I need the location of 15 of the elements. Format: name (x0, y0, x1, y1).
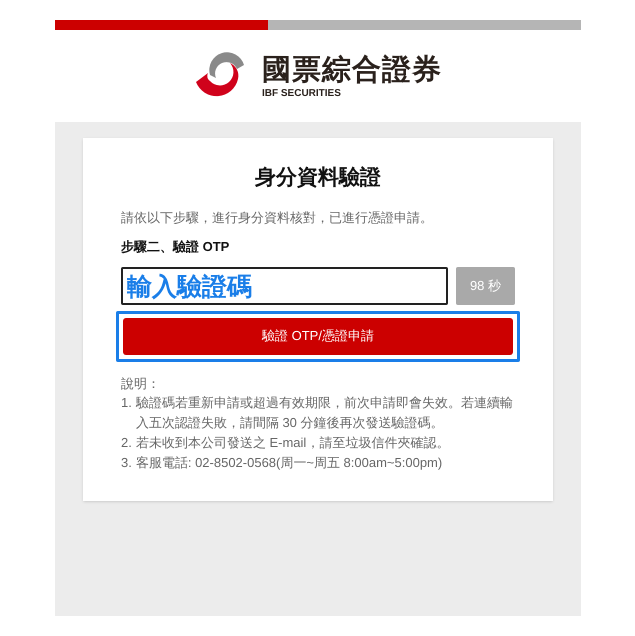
note-text: 若未收到本公司發送之 E-mail，請至垃圾信件夾確認。 (136, 434, 450, 452)
notes-heading: 說明： (121, 374, 161, 392)
list-number: 1. (121, 394, 132, 412)
intro-text: 請依以下步驟，進行身分資料核對，已進行憑證申請。 (121, 208, 434, 226)
list-number: 3. (121, 454, 132, 472)
list-number: 2. (121, 434, 132, 452)
note-text: 驗證碼若重新申請或超過有效期限，前次申請即會失效。若連續輸入五次認證失敗，請間隔 30 分鐘後再次發送驗證碼。 (136, 394, 514, 432)
submit-button[interactable]: 驗證 OTP/憑證申請 (123, 318, 513, 354)
step-label: 步驟二、驗證 OTP (121, 238, 230, 256)
otp-input-field[interactable] (121, 266, 448, 304)
note-text: 客服電話: 02-8502-0568(周一~周五 8:00am~5:00pm) (136, 454, 442, 472)
company-name: 國票綜合證券 (262, 56, 442, 84)
annotation-label: 輸入驗證碼 (127, 272, 252, 302)
company-subtitle: IBF SECURITIES (262, 88, 342, 98)
card-title: 身分資料驗證 (254, 165, 382, 191)
